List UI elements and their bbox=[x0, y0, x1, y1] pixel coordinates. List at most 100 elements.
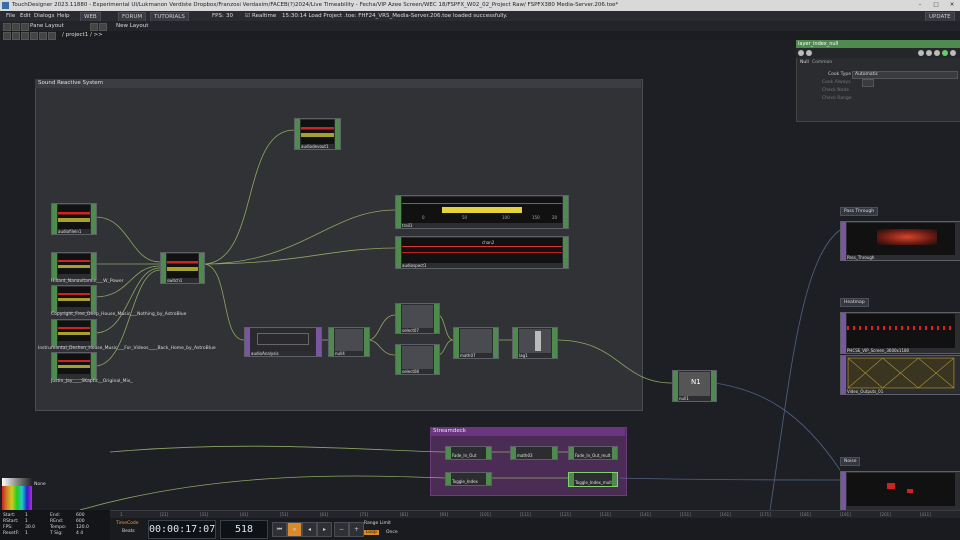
parameter-toolbar bbox=[796, 48, 960, 58]
sd-toggle-op[interactable]: Toggle_Index bbox=[445, 472, 492, 486]
lag-label: lag1 bbox=[519, 353, 528, 358]
heatmap-title: Heatmap bbox=[840, 298, 869, 307]
gear-icon[interactable] bbox=[926, 50, 932, 56]
video-outputs-op[interactable]: Video_Outputs_01 bbox=[840, 355, 960, 395]
frame-display[interactable]: 518 bbox=[220, 520, 268, 539]
start-value: 1 bbox=[25, 513, 28, 518]
audiofile-op-3[interactable] bbox=[51, 285, 97, 313]
audiodevout-label: audiodevout1 bbox=[301, 144, 329, 149]
pass-through-title: Pass Through bbox=[840, 207, 879, 216]
param-toggle-1[interactable] bbox=[862, 79, 874, 87]
audiofile-label-3: Copyright_Free_Deep_House_Music___Nothin… bbox=[51, 312, 187, 317]
heatmap-label: PHCSE_VIP_Screen_3600x1180 bbox=[847, 348, 910, 353]
play-button[interactable]: ▸ bbox=[317, 522, 332, 537]
range-limit-label: Range Limit bbox=[364, 521, 391, 526]
palette-none-label: None bbox=[34, 482, 46, 487]
param-label-2: Check Node bbox=[822, 88, 850, 93]
sd-math-op[interactable]: math03 bbox=[510, 446, 558, 460]
audioanalysis-label: audioAnalysis bbox=[251, 351, 279, 356]
audiospect-label: audiospect1 bbox=[402, 263, 427, 268]
param-label-1: Cook Always bbox=[822, 80, 851, 85]
select2-op[interactable]: select08 bbox=[395, 344, 440, 375]
audiofile-label-1: audiofileIn1 bbox=[58, 229, 82, 234]
audiofile-op-1[interactable]: audiofileIn1 bbox=[51, 203, 97, 235]
audiofile-label-2: Hillard_Nanavitamin___W_Power bbox=[51, 279, 124, 284]
info-icon[interactable] bbox=[806, 50, 812, 56]
cook-type-value: Automatic bbox=[855, 72, 879, 77]
video-outputs-label: Video_Outputs_01 bbox=[847, 389, 884, 394]
timeline-tick: [131] bbox=[600, 512, 611, 517]
cook-type-label: Cook Type bbox=[828, 72, 852, 77]
parameter-op-name[interactable]: layer_index_null bbox=[798, 40, 838, 48]
null1-op[interactable]: N1 null1 bbox=[672, 370, 717, 402]
loop-button[interactable]: Loop bbox=[364, 530, 379, 535]
audiospect-op[interactable]: chan2 audiospect1 bbox=[395, 236, 569, 269]
switch-op[interactable]: switch1 bbox=[160, 252, 205, 284]
tempo-label: Tempo: bbox=[50, 525, 67, 530]
rewind-button[interactable]: ⏮ bbox=[272, 522, 287, 537]
flag-icon[interactable] bbox=[918, 50, 924, 56]
timecode-display[interactable]: 00:00:17:07 bbox=[148, 520, 216, 539]
pass-through-label: Pass_Through bbox=[847, 255, 875, 260]
math-op[interactable]: math07 bbox=[453, 327, 499, 359]
heatmap-op[interactable]: PHCSE_VIP_Screen_3600x1180 bbox=[840, 312, 960, 354]
chan2-label: chan2 bbox=[482, 240, 495, 245]
tab-common[interactable]: Common bbox=[812, 60, 832, 65]
sd-toggle2-op[interactable]: Toggle_Index_mult bbox=[568, 472, 618, 487]
rend-value: 600 bbox=[76, 519, 85, 524]
timeline-tick: [81] bbox=[400, 512, 409, 517]
sd-toggle-label: Toggle_Index bbox=[452, 479, 478, 484]
select1-op[interactable]: select07 bbox=[395, 303, 440, 334]
sd-math-label: math03 bbox=[517, 453, 533, 458]
null4-label: null4 bbox=[335, 351, 345, 356]
plus-button[interactable]: + bbox=[349, 522, 364, 537]
timeline-tick: [171] bbox=[760, 512, 771, 517]
trail-tick-2: 100 bbox=[502, 215, 510, 220]
minus-button[interactable]: − bbox=[334, 522, 349, 537]
close-icon[interactable] bbox=[950, 50, 956, 56]
timeline-tick: [111] bbox=[520, 512, 531, 517]
timecode-toggle[interactable]: TimeCode bbox=[116, 521, 139, 526]
rend-label: REnd: bbox=[50, 519, 64, 524]
parameter-header: layer_index_null bbox=[796, 40, 960, 48]
audiofile-op-5[interactable] bbox=[51, 352, 97, 380]
sd-fade-op[interactable]: Fade_In_Out bbox=[445, 446, 492, 460]
switch-label: switch1 bbox=[167, 278, 183, 283]
null4-op[interactable]: null4 bbox=[328, 327, 370, 357]
timeline-tick: [41] bbox=[240, 512, 249, 517]
trail-label: trail1 bbox=[402, 223, 413, 228]
noise-op[interactable] bbox=[840, 471, 960, 512]
cook-type-dropdown[interactable]: Automatic bbox=[852, 71, 958, 79]
step-back-button[interactable]: ◂ bbox=[302, 522, 317, 537]
timeline-tick: [181] bbox=[800, 512, 811, 517]
timeline-tick: 1 bbox=[120, 512, 123, 517]
timeline-tick: [141] bbox=[640, 512, 651, 517]
timeline-tick: [121] bbox=[560, 512, 571, 517]
audiofile-label-4: Instrumental_Deshen_House_Music___For_Vi… bbox=[38, 346, 216, 351]
end-label: End: bbox=[50, 513, 61, 518]
audioanalysis-op[interactable]: audioAnalysis bbox=[244, 327, 322, 357]
beats-toggle[interactable]: Beats bbox=[122, 529, 135, 534]
math-label: math07 bbox=[460, 353, 476, 358]
lag-op[interactable]: lag1 bbox=[512, 327, 558, 359]
end-value: 600 bbox=[76, 513, 85, 518]
timeline-tick: [61] bbox=[320, 512, 329, 517]
audiofile-label-5: Justin_Jay____SKaptic__Original_Mix_ bbox=[51, 379, 133, 384]
audiofile-op-2[interactable] bbox=[51, 252, 97, 280]
tab-null[interactable]: Null bbox=[800, 60, 809, 65]
time-stats: Start: 1 End: 600 RStart: 1 REnd: 600 FP… bbox=[0, 510, 110, 540]
select2-label: select08 bbox=[402, 369, 419, 374]
trail-tick-3: 150 bbox=[532, 215, 540, 220]
audiodevout-op[interactable]: audiodevout1 bbox=[294, 118, 341, 150]
timeline-tick: [201] bbox=[880, 512, 891, 517]
pass-through-op[interactable]: Pass_Through bbox=[840, 221, 960, 261]
help-icon[interactable] bbox=[798, 50, 804, 56]
color-palette[interactable] bbox=[2, 478, 32, 510]
pause-button[interactable]: ⏸ bbox=[287, 522, 302, 537]
sd-fade2-op[interactable]: Fade_In_Out_mult bbox=[568, 446, 618, 460]
audiofile-op-4[interactable] bbox=[51, 319, 97, 347]
add-icon[interactable] bbox=[942, 50, 948, 56]
lock-icon[interactable] bbox=[934, 50, 940, 56]
trail-op[interactable]: 0 50 100 150 20 trail1 bbox=[395, 195, 569, 229]
once-button[interactable]: Once bbox=[386, 530, 398, 535]
